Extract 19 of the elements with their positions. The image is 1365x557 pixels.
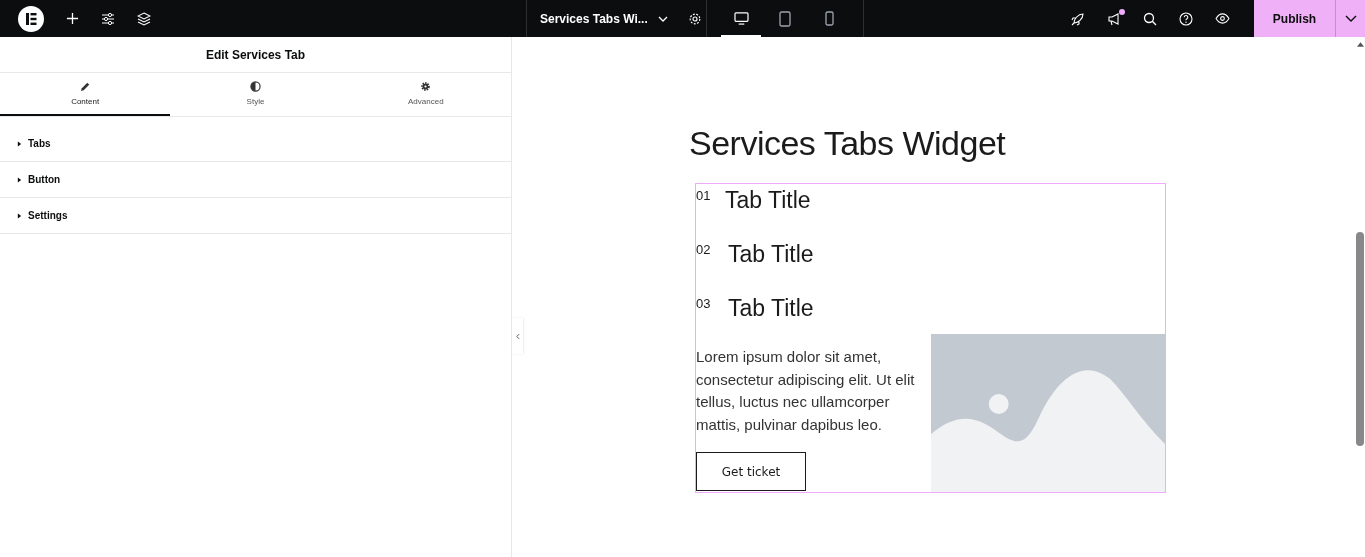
section-header[interactable]: Button [0,162,511,198]
panel-tab[interactable]: Style [170,73,341,116]
panel-tab[interactable]: Advanced [340,73,511,116]
section-header[interactable]: Settings [0,198,511,234]
services-tabs-widget[interactable]: 01 Tab Title 02 Tab Title 03 Tab Title Lorem ipsum dolor sit amet, consectetur adipiscing elit. Ut elit tellus, luctus nec ullamcorper mattis, pulvinar dapibus leo. Get ticket [695,183,1166,493]
panel-tab[interactable]: Content [0,73,171,116]
get-ticket-button[interactable]: Get ticket [696,452,806,491]
panel-title: Edit Services Tab [0,37,511,73]
widget-heading: Services Tabs Widget [689,123,1007,163]
tab-title[interactable]: Tab Title [728,294,814,322]
section-header[interactable]: Tabs [0,126,511,162]
tab-title[interactable]: Tab Title [725,186,811,214]
tab-title[interactable]: Tab Title [728,240,814,268]
document-title[interactable]: Services Tabs Wi... [540,11,648,26]
tab-number: 01 [696,188,712,203]
tab-number: 03 [696,296,712,311]
publish-button[interactable]: Publish [1254,0,1335,37]
tab-number: 02 [696,242,712,257]
tab-description: Lorem ipsum dolor sit amet, consectetur adipiscing elit. Ut elit tellus, luctus nec ullamcorper mattis, pulvinar dapibus leo. [696,347,916,435]
